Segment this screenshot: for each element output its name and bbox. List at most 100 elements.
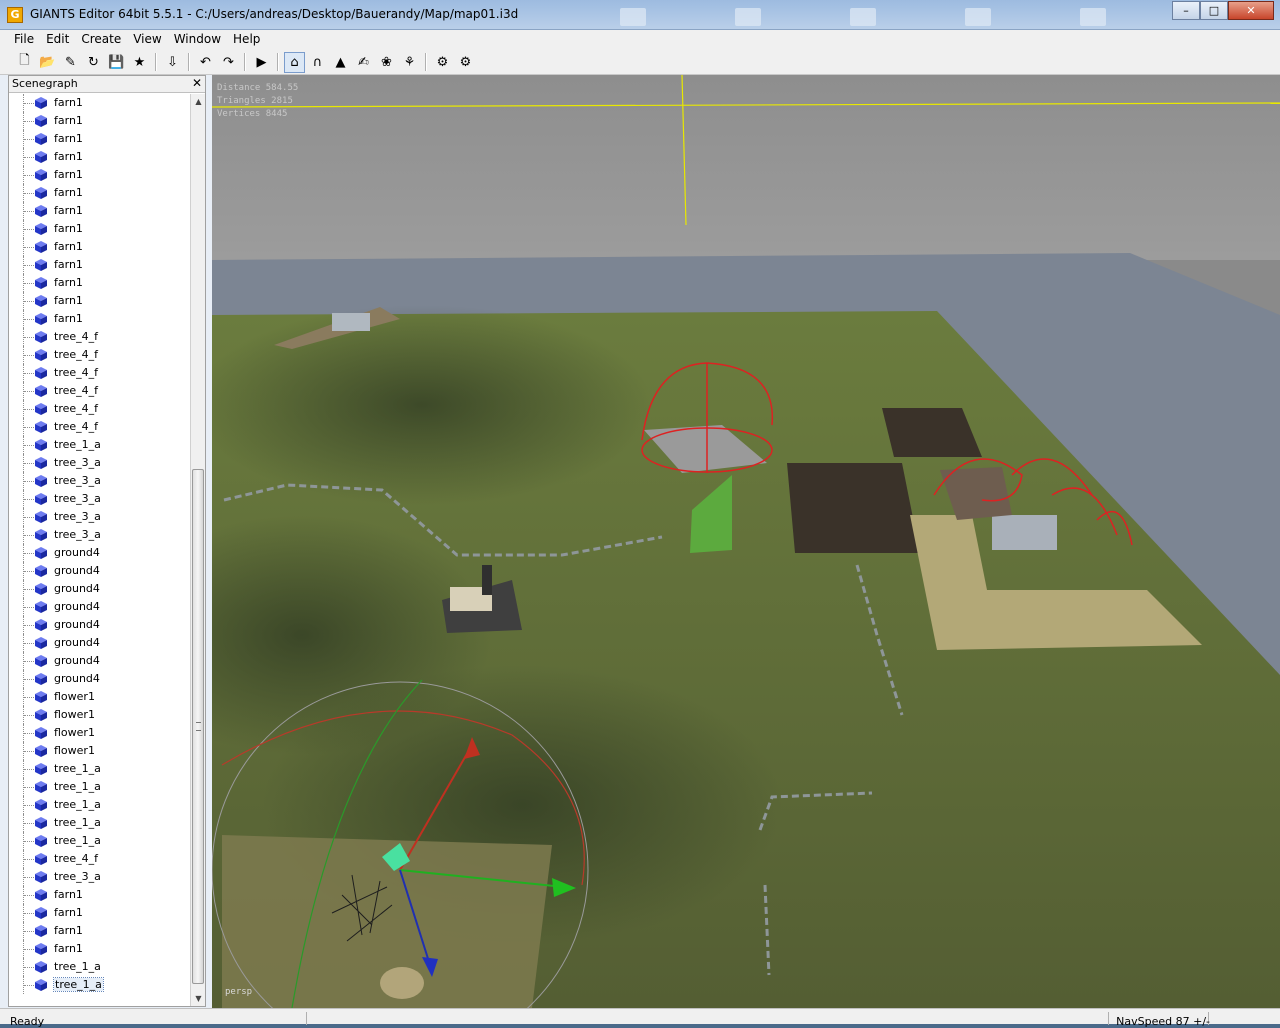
tree-node[interactable]: farn1	[9, 238, 192, 256]
menu-create[interactable]: Create	[75, 30, 127, 50]
tree-node[interactable]: farn1	[9, 292, 192, 310]
close-button[interactable]: ✕	[1228, 1, 1274, 20]
tree-node[interactable]: tree_1_a	[9, 760, 192, 778]
foliage-paint-button[interactable]: ❀	[376, 52, 397, 73]
tree-node[interactable]: tree_4_f	[9, 850, 192, 868]
home-camera-button[interactable]: ⌂	[284, 51, 305, 73]
tree-node[interactable]: ground4	[9, 562, 192, 580]
refresh-button[interactable]: ↻	[83, 52, 104, 73]
tree-node[interactable]: farn1	[9, 148, 192, 166]
play-button[interactable]: ▶	[251, 52, 272, 73]
scenegraph-tree[interactable]: farn1 farn1 farn1 farn1 farn1 farn1 farn1 farn1…	[9, 94, 192, 1006]
magnet-button[interactable]: ∩	[307, 52, 328, 73]
tree-node[interactable]: tree_1_a	[9, 778, 192, 796]
tree-node[interactable]: tree_3_a	[9, 508, 192, 526]
tree-node[interactable]: farn1	[9, 94, 192, 112]
tree-node[interactable]: tree_4_f	[9, 328, 192, 346]
menu-help[interactable]: Help	[227, 30, 266, 50]
cube-icon	[35, 979, 47, 991]
tree-node[interactable]: tree_3_a	[9, 490, 192, 508]
nav-speed-readout: NavSpeed 87 +/-	[1116, 1015, 1210, 1028]
cube-icon	[35, 169, 47, 181]
cube-icon	[35, 151, 47, 163]
settings-icon: ⚙	[436, 54, 449, 70]
tree-node[interactable]: ground4	[9, 544, 192, 562]
menu-edit[interactable]: Edit	[40, 30, 75, 50]
tree-node[interactable]: tree_1_a	[9, 796, 192, 814]
tree-node[interactable]: tree_1_a	[9, 958, 192, 976]
tree-node[interactable]: farn1	[9, 886, 192, 904]
tree-guide-line	[24, 661, 34, 662]
menu-view[interactable]: View	[127, 30, 167, 50]
save-as-button[interactable]: ★	[129, 52, 150, 73]
undo-button[interactable]: ↶	[195, 52, 216, 73]
menu-window[interactable]: Window	[168, 30, 227, 50]
tree-node[interactable]: farn1	[9, 202, 192, 220]
tree-node[interactable]: farn1	[9, 184, 192, 202]
tree-node[interactable]: flower1	[9, 724, 192, 742]
cube-icon	[35, 781, 47, 793]
tree-node[interactable]: ground4	[9, 634, 192, 652]
tree-node[interactable]: tree_3_a	[9, 526, 192, 544]
tree-node[interactable]: farn1	[9, 922, 192, 940]
tree-guide-line	[24, 769, 34, 770]
tree-node[interactable]: flower1	[9, 688, 192, 706]
settings-button[interactable]: ⚙	[432, 52, 453, 73]
tree-node-label: flower1	[54, 744, 95, 757]
tree-node[interactable]: tree_3_a	[9, 472, 192, 490]
tree-node[interactable]: farn1	[9, 130, 192, 148]
tree-guide-line	[24, 841, 34, 842]
tree-node[interactable]: tree_4_f	[9, 400, 192, 418]
3d-viewport[interactable]: Distance 584.55 Triangles 2815 Vertices …	[212, 75, 1280, 1008]
tree-node[interactable]: tree_4_f	[9, 382, 192, 400]
tree-node[interactable]: farn1	[9, 940, 192, 958]
tree-node[interactable]: farn1	[9, 904, 192, 922]
new-file-button[interactable]: 🗋	[14, 52, 35, 73]
tree-node[interactable]: tree_4_f	[9, 364, 192, 382]
tree-guide-line	[24, 517, 34, 518]
tree-node[interactable]: ground4	[9, 652, 192, 670]
tree-node[interactable]: tree_1_a	[9, 436, 192, 454]
maximize-button[interactable]: □	[1200, 1, 1228, 20]
tree-node[interactable]: farn1	[9, 112, 192, 130]
tree-guide-line	[24, 283, 34, 284]
tree-node[interactable]: tree_4_f	[9, 346, 192, 364]
tree-node[interactable]: flower1	[9, 706, 192, 724]
plant-button[interactable]: ⚘	[399, 52, 420, 73]
title-bar[interactable]: G GIANTS Editor 64bit 5.5.1 - C:/Users/a…	[0, 0, 1280, 30]
tree-node[interactable]: ground4	[9, 670, 192, 688]
tree-node[interactable]: farn1	[9, 310, 192, 328]
tree-node[interactable]: tree_1_a	[9, 832, 192, 850]
tree-node[interactable]: flower1	[9, 742, 192, 760]
terrain-paint-button[interactable]: ✍	[353, 52, 374, 73]
tree-node[interactable]: farn1	[9, 166, 192, 184]
terrain-sculpt-button[interactable]: ▲	[330, 52, 351, 73]
tree-node[interactable]: ground4	[9, 616, 192, 634]
tree-node[interactable]: farn1	[9, 256, 192, 274]
tree-node[interactable]: tree_3_a	[9, 868, 192, 886]
menu-file[interactable]: File	[8, 30, 40, 50]
tree-node[interactable]: ground4	[9, 598, 192, 616]
edit-button[interactable]: ✎	[60, 52, 81, 73]
open-folder-button[interactable]: 📂	[37, 52, 58, 73]
import-button[interactable]: ⇩	[162, 52, 183, 73]
viewport-scene	[212, 75, 1280, 1008]
tree-scrollbar[interactable]: ▲ ▼	[190, 94, 205, 1006]
panel-close-button[interactable]: ✕	[192, 76, 202, 90]
cube-icon	[35, 331, 47, 343]
tree-node[interactable]: farn1	[9, 220, 192, 238]
hud-triangles: Triangles 2815	[217, 96, 293, 106]
tree-node[interactable]: tree_4_f	[9, 418, 192, 436]
tree-node[interactable]: tree_1_a	[9, 814, 192, 832]
save-button[interactable]: 💾	[106, 52, 127, 73]
redo-button[interactable]: ↷	[218, 52, 239, 73]
minimize-button[interactable]: –	[1172, 1, 1200, 20]
tree-node[interactable]: farn1	[9, 274, 192, 292]
tree-node[interactable]: tree_3_a	[9, 454, 192, 472]
scroll-thumb[interactable]	[192, 469, 204, 984]
scroll-down-arrow-icon[interactable]: ▼	[191, 991, 206, 1006]
scroll-up-arrow-icon[interactable]: ▲	[191, 94, 206, 109]
advanced-settings-button[interactable]: ⚙	[455, 52, 476, 73]
tree-node[interactable]: ground4	[9, 580, 192, 598]
tree-node[interactable]: tree_1_a	[9, 976, 192, 994]
